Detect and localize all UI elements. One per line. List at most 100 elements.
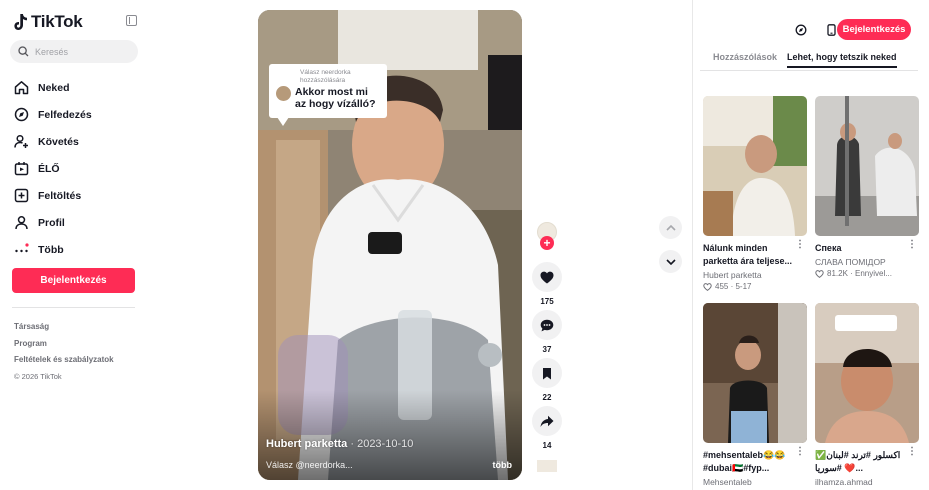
nav-item-neked[interactable]: Neked <box>14 74 144 101</box>
chevron-up-icon <box>665 224 676 231</box>
tab-suggested[interactable]: Lehet, hogy tetszik neked <box>787 52 897 68</box>
nav-item-profil[interactable]: Profil <box>14 209 144 236</box>
card-author[interactable]: Hubert parketta <box>703 270 807 280</box>
footer-link-terms[interactable]: Feltételek és szabályzatok <box>14 352 114 369</box>
header-login-button[interactable]: Bejelentkezés <box>837 19 911 40</box>
sidebar-divider <box>12 307 135 308</box>
left-sidebar: TikTok Neked Felfedezés Követés ÉLŐ <box>0 0 150 490</box>
previous-video-button[interactable] <box>659 216 682 239</box>
card-author[interactable]: Mehsentaleb <box>703 477 807 487</box>
nav-item-felfedezes[interactable]: Felfedezés <box>14 101 144 128</box>
comment-action[interactable]: 37 <box>532 310 562 354</box>
compass-icon <box>14 107 29 122</box>
card-title: #mehsentaleb😂😂 #dubai🇦🇪#fyp... <box>703 450 786 473</box>
footer-link-program[interactable]: Program <box>14 336 114 353</box>
like-button[interactable] <box>532 262 562 292</box>
video-author[interactable]: Hubert parketta · 2023-10-10 <box>266 438 413 450</box>
sidebar-login-button[interactable]: Bejelentkezés <box>12 268 135 293</box>
card-more-icon[interactable]: ⋮ <box>795 239 805 250</box>
chevron-down-icon <box>665 258 676 265</box>
nav-label: Több <box>38 243 64 256</box>
video-date: · 2023-10-10 <box>350 438 414 450</box>
card-more-icon[interactable]: ⋮ <box>907 239 917 250</box>
author-name[interactable]: Hubert parketta <box>266 438 347 450</box>
search-input[interactable] <box>35 46 125 57</box>
heart-outline-icon <box>703 282 712 291</box>
nav-label: Feltöltés <box>38 189 82 202</box>
card-author[interactable]: СЛАВА ПОМІДОР <box>815 257 919 267</box>
reply-text: Akkor most mi az hogy vízálló? <box>295 86 376 110</box>
comment-button[interactable] <box>532 310 562 340</box>
copyright: © 2026 TikTok <box>14 371 62 381</box>
suggested-video-card[interactable]: ⋮ #mehsentaleb😂😂 #dubai🇦🇪#fyp... Mehsent… <box>703 303 807 487</box>
suggested-video-card[interactable]: ⋮ اكسلور #ترند #لبنان✅❤️ #سوريا... ilham… <box>815 303 919 487</box>
sound-disc[interactable] <box>537 460 557 472</box>
profile-icon <box>14 215 29 230</box>
tab-comments[interactable]: Hozzászólások <box>713 52 777 68</box>
live-icon <box>14 161 29 176</box>
bookmark-icon <box>543 367 551 379</box>
nav-label: Követés <box>38 135 79 148</box>
panel-tabs: Hozzászólások Lehet, hogy tetszik neked <box>713 52 897 68</box>
sidebar-footer: Társaság Program Feltételek és szabályza… <box>14 319 114 385</box>
card-title: Спека <box>815 243 842 253</box>
reply-header: Válasz neerdorka hozzászólására <box>300 69 351 84</box>
more-icon <box>14 242 29 257</box>
heart-outline-icon <box>815 269 824 278</box>
collapse-sidebar-icon[interactable] <box>126 15 137 26</box>
video-thumbnail[interactable] <box>815 96 919 236</box>
logo-text: TikTok <box>31 12 83 31</box>
comment-reply-sticker: Válasz neerdorka hozzászólására Akkor mo… <box>269 64 387 126</box>
home-icon <box>14 80 29 95</box>
nav-item-feltoltes[interactable]: Feltöltés <box>14 182 144 209</box>
footer-link-tarsasag[interactable]: Társaság <box>14 319 114 336</box>
save-count: 22 <box>542 393 552 402</box>
save-button[interactable] <box>532 358 562 388</box>
nav-label: ÉLŐ <box>38 162 60 175</box>
search-box[interactable] <box>10 40 138 63</box>
card-more-icon[interactable]: ⋮ <box>907 446 917 457</box>
tiktok-logo-icon <box>14 14 27 30</box>
like-action[interactable]: 175 <box>532 262 562 306</box>
following-icon <box>14 134 29 149</box>
share-count: 14 <box>542 441 552 450</box>
save-action[interactable]: 22 <box>532 358 562 402</box>
upload-icon <box>14 188 29 203</box>
card-meta: 81.2K · Ennyivel... <box>815 269 919 278</box>
suggested-video-card[interactable]: ⋮ Nálunk minden parketta ára teljese... … <box>703 96 807 291</box>
video-player[interactable]: Válasz neerdorka hozzászólására Akkor mo… <box>258 10 522 480</box>
nav-item-kovetes[interactable]: Követés <box>14 128 144 155</box>
card-more-icon[interactable]: ⋮ <box>795 446 805 457</box>
video-description: Válasz @neerdorka... <box>266 460 353 470</box>
video-thumbnail[interactable] <box>815 303 919 443</box>
card-title: اكسلور #ترند #لبنان✅❤️ #سوريا... <box>815 450 901 473</box>
follow-plus-icon[interactable]: + <box>540 236 554 250</box>
tabs-underline <box>700 70 918 71</box>
share-button[interactable] <box>532 406 562 436</box>
card-title: Nálunk minden parketta ára teljese... <box>703 243 793 266</box>
coin-button[interactable] <box>790 19 812 41</box>
header-icons <box>790 19 842 41</box>
share-icon <box>540 415 554 427</box>
nav-item-tobb[interactable]: Több <box>14 236 144 263</box>
nav-item-elo[interactable]: ÉLŐ <box>14 155 144 182</box>
tiktok-logo[interactable]: TikTok <box>14 12 83 32</box>
more-button[interactable]: több <box>493 460 513 470</box>
nav-label: Neked <box>38 81 70 94</box>
card-author[interactable]: ilhamza.ahmad <box>815 477 919 487</box>
next-video-button[interactable] <box>659 250 682 273</box>
tiktok-page: TikTok Neked Felfedezés Követés ÉLŐ <box>0 0 929 490</box>
like-count: 175 <box>540 297 554 306</box>
comment-count: 37 <box>542 345 552 354</box>
main-nav: Neked Felfedezés Követés ÉLŐ Feltöltés P… <box>14 74 144 263</box>
suggested-video-card[interactable]: ⋮ Спека СЛАВА ПОМІДОР 81.2K · Ennyivel..… <box>815 96 919 278</box>
comment-icon <box>540 319 554 331</box>
card-meta: 455 · 5-17 <box>703 282 807 291</box>
heart-icon <box>540 271 554 283</box>
video-thumbnail[interactable] <box>703 303 807 443</box>
reply-avatar <box>276 86 291 101</box>
share-action[interactable]: 14 <box>532 406 562 450</box>
compass-icon <box>795 24 807 36</box>
nav-label: Felfedezés <box>38 108 92 121</box>
video-thumbnail[interactable] <box>703 96 807 236</box>
